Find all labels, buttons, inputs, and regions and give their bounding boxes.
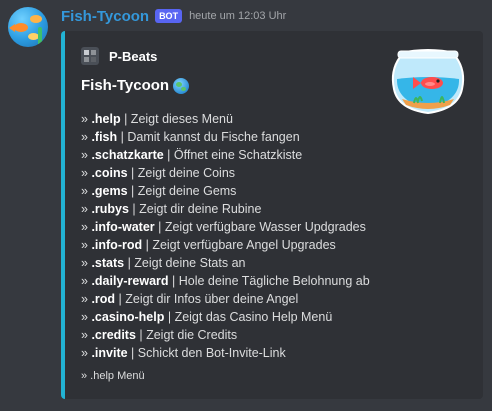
username[interactable]: Fish-Tycoon [61, 8, 149, 25]
cube-icon [81, 47, 99, 65]
command-row: » .stats | Zeigt deine Stats an [81, 256, 246, 270]
command-row: » .casino-help | Zeigt das Casino Help M… [81, 310, 333, 324]
command-row: » .rubys | Zeigt dir deine Rubine [81, 202, 262, 216]
embed-card: P-Beats Fish-Tycoon » .help | Zeigt dies… [61, 31, 483, 399]
command-row: » .info-rod | Zeigt verfügbare Angel Upg… [81, 238, 336, 252]
globe-icon [173, 77, 190, 94]
command-row: » .credits | Zeigt die Credits [81, 328, 238, 342]
command-row: » .fish | Damit kannst du Fische fangen [81, 130, 300, 144]
message-header: Fish-Tycoon BOT heute um 12:03 Uhr [61, 6, 286, 26]
bot-tag: BOT [155, 9, 183, 23]
timestamp[interactable]: heute um 12:03 Uhr [189, 10, 286, 22]
embed-author: P-Beats [81, 47, 157, 65]
chat-message: Fish-Tycoon BOT heute um 12:03 Uhr P-Bea… [0, 0, 492, 411]
fishbowl-icon[interactable] [388, 43, 468, 123]
embed-title: Fish-Tycoon [81, 77, 190, 94]
command-list: » .help | Zeigt dieses Menü » .fish | Da… [81, 110, 381, 362]
embed-author-name[interactable]: P-Beats [109, 49, 157, 64]
command-row: » .daily-reward | Hole deine Tägliche Be… [81, 274, 370, 288]
bot-avatar[interactable] [8, 7, 48, 47]
command-row: » .rod | Zeigt dir Infos über deine Ange… [81, 292, 299, 306]
command-row: » .coins | Zeigt deine Coins [81, 166, 236, 180]
embed-footer: » .help Menü [81, 370, 145, 382]
command-row: » .invite | Schickt den Bot-Invite-Link [81, 346, 286, 360]
command-row: » .gems | Zeigt deine Gems [81, 184, 237, 198]
command-row: » .schatzkarte | Öffnet eine Schatzkiste [81, 148, 303, 162]
embed-title-text: Fish-Tycoon [81, 77, 170, 94]
command-row: » .help | Zeigt dieses Menü [81, 112, 233, 126]
command-row: » .info-water | Zeigt verfügbare Wasser … [81, 220, 366, 234]
